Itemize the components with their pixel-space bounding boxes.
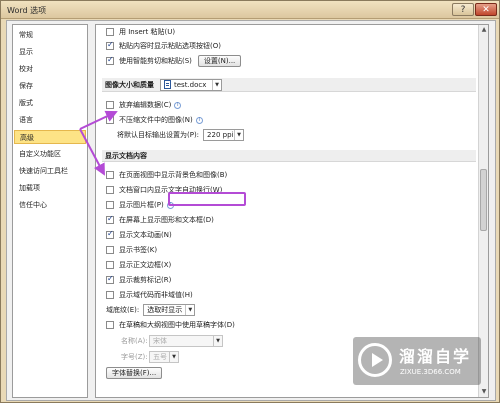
option-no-compress-images[interactable]: 不压缩文件中的图像(N) i [106, 114, 203, 126]
checkbox[interactable] [106, 55, 114, 65]
option-label: 显示图片框(P) [119, 201, 164, 209]
chevron-down-icon: ▼ [185, 305, 194, 315]
resolution-value: 220 ppi [207, 131, 234, 139]
option-show-background[interactable]: 在页面视图中显示背景色和图像(B) [106, 169, 227, 181]
checkbox[interactable] [106, 28, 114, 36]
resolution-label: 将默认目标输出设置为(P): [117, 131, 200, 139]
option-label: 在草稿和大纲视图中使用草稿字体(D) [119, 321, 235, 329]
display-content-header: 显示文档内容 [102, 150, 476, 162]
font-size-value: 五号 [153, 353, 167, 361]
default-resolution-row: 将默认目标输出设置为(P): 220 ppi ▼ [117, 129, 245, 141]
sidebar-item-display[interactable]: 显示 [14, 45, 86, 59]
selected-file: test.docx [174, 80, 207, 89]
checkbox[interactable] [106, 101, 114, 109]
close-button[interactable]: ✕ [475, 3, 497, 16]
option-label: 不压缩文件中的图像(N) [119, 116, 193, 124]
play-logo-icon [358, 343, 392, 377]
option-label: 使用智能剪切和粘贴(S) [119, 57, 192, 65]
checkbox[interactable] [106, 214, 114, 224]
image-quality-file-select[interactable]: test.docx ▼ [160, 78, 222, 91]
option-label: 显示书签(K) [119, 246, 158, 254]
image-quality-header: 图像大小和质量 test.docx ▼ [102, 78, 476, 92]
font-substitution-row: 字体替换(F)... [106, 367, 163, 379]
sidebar-item-proofing[interactable]: 校对 [14, 62, 86, 76]
option-label: 显示文本动画(N) [119, 231, 172, 239]
site-watermark: 溜溜自学 ZIXUE.3D66.COM [353, 337, 481, 385]
scroll-up-icon[interactable]: ▲ [479, 25, 488, 35]
info-icon: i [174, 101, 182, 109]
checkbox[interactable] [106, 116, 114, 124]
checkbox[interactable] [106, 246, 114, 254]
watermark-subtitle: ZIXUE.3D66.COM [400, 368, 461, 376]
sidebar-item-advanced[interactable]: 高级 [14, 130, 86, 144]
chevron-down-icon: ▼ [212, 79, 221, 90]
option-show-paste-options[interactable]: 粘贴内容时显示粘贴选项按钮(O) [106, 40, 221, 52]
field-shading-label: 域底纹(E): [106, 306, 140, 314]
info-icon: i [195, 116, 203, 124]
smart-paste-settings-button[interactable]: 设置(N)... [197, 55, 242, 67]
sidebar-item-layout[interactable]: 版式 [14, 96, 86, 110]
font-name-select[interactable]: 宋体 ▼ [149, 335, 223, 347]
chevron-down-icon: ▼ [213, 336, 222, 346]
option-label: 在页面视图中显示背景色和图像(B) [119, 171, 228, 179]
option-label: 显示域代码而非域值(H) [119, 291, 193, 299]
title-bar: Word 选项 ? ✕ [1, 1, 499, 19]
font-name-label: 名称(A): [121, 337, 148, 345]
sidebar-item-customize-ribbon[interactable]: 自定义功能区 [14, 147, 86, 161]
font-substitution-button[interactable]: 字体替换(F)... [106, 367, 163, 379]
option-show-text-boundaries[interactable]: 显示正文边框(X) [106, 259, 171, 271]
field-shading-select[interactable]: 选取时显示 ▼ [143, 304, 196, 316]
scroll-thumb[interactable] [480, 169, 487, 231]
sidebar-item-language[interactable]: 语言 [14, 113, 86, 127]
font-size-select[interactable]: 五号 ▼ [149, 351, 179, 363]
option-label: 放弃编辑数据(C) [119, 101, 172, 109]
option-insert-paste[interactable]: 用 Insert 粘贴(U) [106, 26, 175, 38]
option-discard-editing-data[interactable]: 放弃编辑数据(C) i [106, 99, 182, 111]
draft-font-name-row: 名称(A): 宋体 ▼ [121, 335, 223, 347]
option-show-bookmarks[interactable]: 显示书签(K) [106, 244, 157, 256]
checkbox[interactable] [106, 261, 114, 269]
sidebar-item-save[interactable]: 保存 [14, 79, 86, 93]
option-show-crop-marks[interactable]: 显示裁剪标记(R) [106, 274, 171, 286]
draft-font-size-row: 字号(Z): 五号 ▼ [121, 351, 179, 363]
word-document-icon [164, 80, 171, 89]
checkbox[interactable] [106, 274, 114, 284]
options-sidebar: 常规 显示 校对 保存 版式 语言 高级 自定义功能区 快速访问工具栏 加载项 … [12, 24, 88, 398]
chevron-down-icon: ▼ [234, 130, 243, 140]
checkbox[interactable] [106, 171, 114, 179]
resolution-select[interactable]: 220 ppi ▼ [203, 129, 245, 141]
chevron-down-icon: ▼ [169, 352, 178, 362]
scroll-down-icon[interactable]: ▼ [479, 387, 488, 397]
option-label: 显示正文边框(X) [119, 261, 172, 269]
option-draft-font[interactable]: 在草稿和大纲视图中使用草稿字体(D) [106, 319, 235, 331]
option-show-drawings[interactable]: 在屏幕上显示图形和文本框(D) [106, 214, 214, 226]
font-name-value: 宋体 [153, 337, 167, 345]
option-label: 粘贴内容时显示粘贴选项按钮(O) [119, 42, 221, 50]
option-show-text-animation[interactable]: 显示文本动画(N) [106, 229, 172, 241]
field-shading-value: 选取时显示 [147, 306, 183, 314]
sidebar-item-quick-access-toolbar[interactable]: 快速访问工具栏 [14, 164, 86, 178]
help-button[interactable]: ? [452, 3, 474, 16]
option-label: 用 Insert 粘贴(U) [119, 28, 176, 36]
sidebar-item-trust-center[interactable]: 信任中心 [14, 198, 86, 212]
checkbox[interactable] [106, 201, 114, 209]
checkbox[interactable] [106, 229, 114, 239]
checkbox[interactable] [106, 186, 114, 194]
field-shading-row: 域底纹(E): 选取时显示 ▼ [106, 304, 196, 316]
option-label: 显示裁剪标记(R) [119, 276, 172, 284]
sidebar-item-general[interactable]: 常规 [14, 28, 86, 42]
option-show-field-codes[interactable]: 显示域代码而非域值(H) [106, 289, 193, 301]
option-show-picture-placeholders[interactable]: 显示图片框(P) i [106, 199, 174, 211]
checkbox[interactable] [106, 321, 114, 329]
checkbox[interactable] [106, 40, 114, 50]
sidebar-item-add-ins[interactable]: 加载项 [14, 181, 86, 195]
window-title: Word 选项 [7, 6, 47, 15]
image-quality-title: 图像大小和质量 [105, 80, 154, 89]
watermark-title: 溜溜自学 [399, 347, 472, 366]
annotation-highlight-box [168, 192, 246, 206]
checkbox[interactable] [106, 291, 114, 299]
option-label: 在屏幕上显示图形和文本框(D) [119, 216, 214, 224]
option-smart-cut-paste[interactable]: 使用智能剪切和粘贴(S) 设置(N)... [106, 55, 242, 67]
font-size-label: 字号(Z): [121, 353, 148, 361]
